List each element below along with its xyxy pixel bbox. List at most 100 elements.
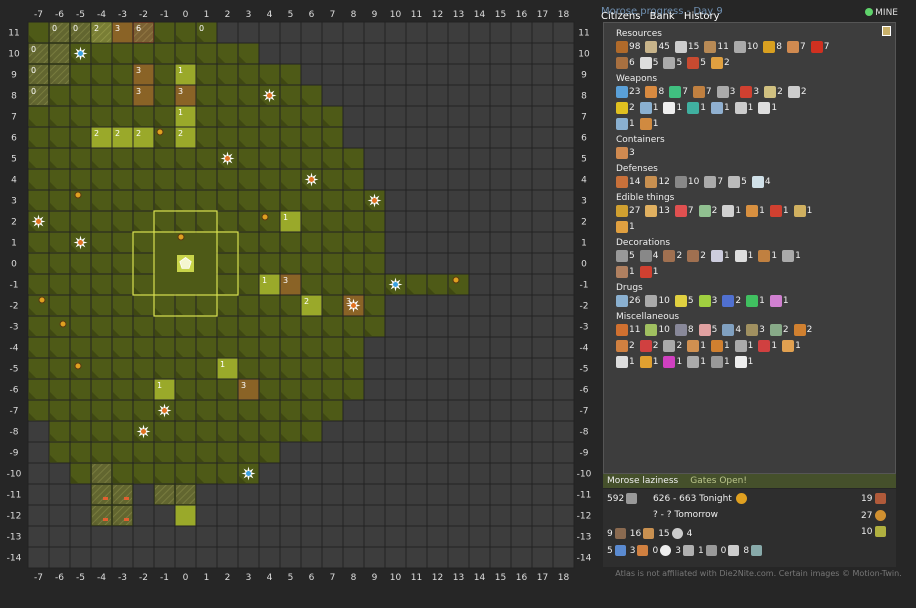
bank-item[interactable]: 5 [674, 295, 694, 307]
world-map[interactable]: -7 -7 -6 -6 -5 -5 -4 -4 -3 -3 -2 -2 -1 -1 0 0 1 1 2 2 3 3 4 4 5 5… [0, 0, 598, 608]
bank-item[interactable]: 10 [674, 176, 699, 188]
bank-item[interactable]: 1 [722, 205, 741, 217]
bank-item[interactable]: 4 [639, 250, 658, 262]
bank-item[interactable]: 26 [616, 295, 640, 307]
bank-item[interactable]: 1 [782, 340, 801, 352]
bank-item[interactable]: 98 [616, 41, 640, 53]
bank-item[interactable]: 1 [758, 340, 777, 352]
bank-item[interactable]: 3 [740, 86, 759, 98]
bank-item[interactable]: 5 [639, 57, 658, 69]
bank-item[interactable]: 8 [763, 41, 782, 53]
bank-item[interactable]: 8 [645, 86, 664, 98]
bank-item[interactable]: 23 [616, 86, 640, 98]
bank-item[interactable]: 1 [616, 118, 635, 130]
map-grid[interactable]: -7-7-6-6-5-5-4-4-3-3-2-2-1-1001122334455… [0, 0, 598, 608]
bank-item[interactable]: 2 [722, 295, 741, 307]
bank-item[interactable]: 7 [704, 176, 723, 188]
bank-item[interactable]: 2 [663, 250, 682, 262]
bank-item[interactable]: 7 [692, 86, 712, 98]
bank-item[interactable]: 1 [710, 340, 730, 352]
bank-item[interactable]: 4 [722, 324, 741, 336]
bank-item[interactable]: 1 [758, 102, 777, 114]
bank-item[interactable]: 2 [616, 102, 635, 114]
item-row: 5 4 2 2 1 1 1 1 [616, 249, 806, 263]
bank-item[interactable]: 1 [758, 250, 777, 262]
bank-item[interactable]: 1 [734, 102, 753, 114]
bank-item[interactable]: 3 [716, 86, 735, 98]
bank-item[interactable]: 2 [663, 340, 682, 352]
x-axis-label-top: -2 [139, 10, 148, 20]
bank-item[interactable]: 8 [674, 324, 694, 336]
bank-item[interactable]: 3 [698, 295, 717, 307]
bank-item[interactable]: 10 [645, 324, 670, 336]
bank-item[interactable]: 5 [698, 324, 717, 336]
tab-bank[interactable]: Bank [650, 11, 675, 22]
bank-item[interactable]: 5 [616, 250, 635, 262]
bank-item[interactable]: 7 [787, 41, 806, 53]
map-cell [489, 525, 512, 548]
bank-item[interactable]: 2 [698, 205, 717, 217]
bank-item[interactable]: 7 [810, 41, 829, 53]
bank-item[interactable]: 1 [616, 266, 635, 278]
bank-item[interactable]: 1 [734, 356, 753, 368]
bank-item[interactable]: 27 [616, 205, 640, 217]
bank-item[interactable]: 5 [728, 176, 747, 188]
bank-item[interactable]: 7 [674, 205, 694, 217]
bank-item[interactable]: 45 [645, 41, 670, 53]
bank-item[interactable]: 1 [687, 356, 706, 368]
bank-item[interactable]: 1 [734, 250, 753, 262]
note-icon[interactable] [882, 26, 891, 36]
bank-item[interactable]: 10 [733, 41, 758, 53]
bank-item[interactable]: 7 [669, 86, 688, 98]
bank-item[interactable]: 1 [793, 205, 812, 217]
bank-item[interactable]: 1 [639, 356, 658, 368]
bank-item[interactable]: 1 [687, 340, 706, 352]
item-count: 26 [629, 296, 641, 306]
bank-item[interactable]: 1 [616, 221, 635, 233]
bank-item[interactable]: 1 [769, 205, 789, 217]
bank-item[interactable]: 5 [663, 57, 682, 69]
bank-item[interactable]: 14 [616, 176, 640, 188]
bank-item[interactable]: 2 [687, 250, 706, 262]
bank-item[interactable]: 12 [645, 176, 670, 188]
bank-item[interactable]: 1 [710, 102, 730, 114]
bank-item[interactable]: 4 [751, 176, 771, 188]
bank-item[interactable]: 2 [710, 57, 730, 69]
bank-item[interactable]: 1 [734, 340, 753, 352]
bank-item[interactable]: 1 [769, 295, 789, 307]
bank-item[interactable]: 1 [639, 266, 658, 278]
bank-item[interactable]: 3 [616, 147, 635, 159]
bank-item[interactable]: 1 [687, 102, 706, 114]
map-cell [69, 525, 92, 548]
tab-history[interactable]: History [684, 11, 720, 22]
bank-item[interactable]: 1 [710, 250, 730, 262]
bank-item[interactable]: 11 [704, 41, 729, 53]
bank-item[interactable]: 1 [782, 250, 801, 262]
bank-item[interactable]: 1 [663, 102, 682, 114]
bank-item[interactable]: 6 [616, 57, 635, 69]
bank-item[interactable]: 1 [639, 102, 658, 114]
bank-item[interactable]: 10 [645, 295, 670, 307]
bank-item[interactable]: 13 [645, 205, 670, 217]
tab-citizens[interactable]: Citizens [601, 11, 640, 22]
bank-item[interactable]: 1 [746, 295, 765, 307]
bank-item[interactable]: 2 [787, 86, 807, 98]
bank-item[interactable]: 11 [616, 324, 640, 336]
bank-item[interactable]: 1 [663, 356, 682, 368]
bank-item[interactable]: 15 [674, 41, 699, 53]
map-cell [531, 483, 554, 506]
map-cell [384, 357, 407, 380]
bank-item[interactable]: 2 [764, 86, 783, 98]
bank-item[interactable]: 3 [746, 324, 765, 336]
bank-item[interactable]: 2 [616, 340, 635, 352]
bank-item[interactable]: 1 [616, 356, 635, 368]
mine-link[interactable]: MINE [865, 8, 898, 18]
pin-icon [734, 102, 747, 114]
bank-item[interactable]: 5 [687, 57, 706, 69]
bank-item[interactable]: 1 [710, 356, 730, 368]
bank-item[interactable]: 2 [639, 340, 658, 352]
bank-item[interactable]: 1 [639, 118, 658, 130]
bank-item[interactable]: 2 [769, 324, 789, 336]
bank-item[interactable]: 1 [746, 205, 765, 217]
bank-item[interactable]: 2 [793, 324, 812, 336]
